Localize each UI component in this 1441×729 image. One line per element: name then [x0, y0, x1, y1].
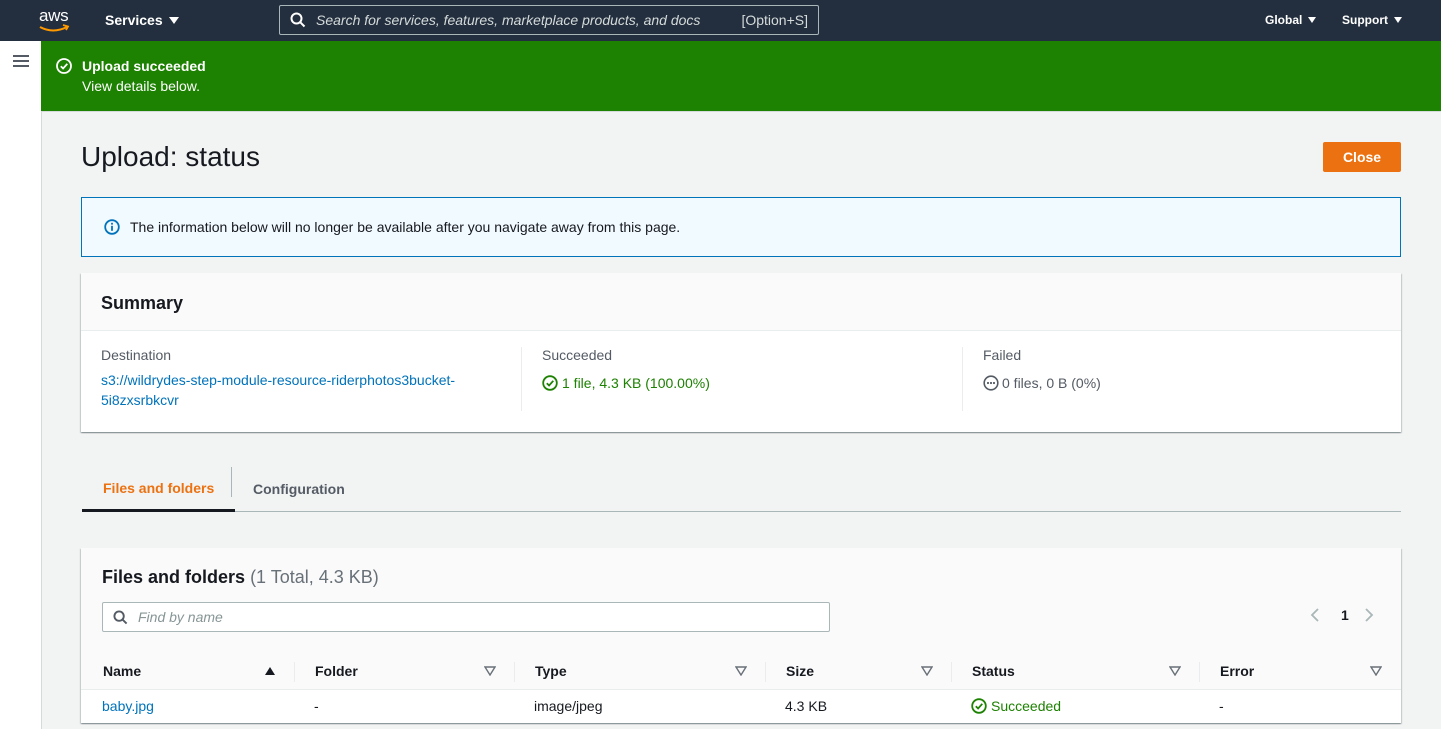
- column-header-size[interactable]: Size: [786, 652, 814, 690]
- succeeded-value: 1 file, 4.3 KB (100.00%): [562, 375, 710, 391]
- destination-link[interactable]: s3://wildrydes-step-module-resource-ride…: [101, 372, 455, 408]
- chevron-right-icon[interactable]: [1363, 607, 1375, 623]
- caret-down-icon: [1308, 17, 1317, 23]
- find-placeholder: Find by name: [138, 609, 223, 625]
- destination-label: Destination: [101, 347, 172, 363]
- side-nav-rail: [0, 41, 42, 729]
- info-text: The information below will no longer be …: [130, 219, 681, 235]
- services-menu[interactable]: Services: [105, 12, 179, 28]
- table-header: Name Folder Type Size Status Error: [81, 652, 1401, 690]
- aws-smile-icon: [39, 24, 70, 32]
- failed-label: Failed: [983, 347, 1022, 363]
- sort-icon[interactable]: [484, 666, 496, 676]
- search-placeholder: Search for services, features, marketpla…: [316, 12, 701, 28]
- flash-title: Upload succeeded: [82, 58, 206, 74]
- failed-value: 0 files, 0 B (0%): [1002, 375, 1101, 391]
- info-icon: [104, 219, 120, 235]
- tabs: Files and folders Configuration: [82, 466, 1401, 512]
- global-search[interactable]: Search for services, features, marketpla…: [279, 5, 819, 35]
- files-count: (1 Total, 4.3 KB): [250, 567, 379, 587]
- find-by-name-input[interactable]: Find by name: [102, 602, 830, 632]
- check-circle-icon: [971, 697, 987, 714]
- failed-column: Failed 0 files, 0 B (0%): [983, 347, 1101, 391]
- caret-down-icon: [168, 16, 179, 24]
- sort-icon[interactable]: [1169, 666, 1181, 676]
- column-header-status[interactable]: Status: [972, 652, 1015, 690]
- column-separator: [294, 662, 295, 682]
- services-label: Services: [105, 12, 163, 28]
- destination-line-1: s3://wildrydes-step-module-resource-ride…: [101, 372, 456, 388]
- file-name-link[interactable]: baby.jpg: [102, 698, 154, 714]
- column-separator: [514, 662, 515, 682]
- table-row: baby.jpg - image/jpeg 4.3 KB Succeeded -: [81, 690, 1401, 721]
- search-icon: [113, 609, 128, 624]
- column-header-name[interactable]: Name: [103, 652, 141, 690]
- succeeded-label: Succeeded: [542, 347, 613, 363]
- column-header-folder[interactable]: Folder: [315, 652, 358, 690]
- flash-message: View details below.: [82, 78, 201, 94]
- sort-icon[interactable]: [735, 666, 747, 676]
- file-status: Succeeded: [971, 690, 1061, 721]
- succeeded-column: Succeeded 1 file, 4.3 KB (100.00%): [542, 347, 710, 391]
- support-menu[interactable]: Support: [1342, 13, 1402, 27]
- column-separator: [951, 662, 952, 682]
- page-title: Upload: status: [81, 141, 260, 172]
- file-status-text: Succeeded: [991, 697, 1062, 714]
- summary-panel: Summary Destination s3://wildrydes-step-…: [81, 273, 1401, 432]
- column-separator: [1199, 662, 1200, 682]
- column-header-type[interactable]: Type: [535, 652, 567, 690]
- summary-heading: Summary: [81, 273, 1401, 331]
- sort-icon[interactable]: [921, 666, 933, 676]
- pending-icon: [983, 375, 999, 391]
- destination-column: Destination s3://wildrydes-step-module-r…: [101, 347, 455, 410]
- close-button[interactable]: Close: [1323, 142, 1401, 172]
- tab-configuration[interactable]: Configuration: [232, 466, 366, 511]
- files-panel: Files and folders (1 Total, 4.3 KB) Find…: [81, 548, 1401, 723]
- info-alert: The information below will no longer be …: [81, 197, 1401, 257]
- check-circle-icon: [542, 375, 558, 391]
- destination-line-2: 5i8zxsrbkcvr: [101, 392, 179, 408]
- sort-icon[interactable]: [1370, 666, 1382, 676]
- column-separator: [765, 662, 766, 682]
- page-number[interactable]: 1: [1341, 607, 1349, 623]
- caret-down-icon: [1394, 17, 1402, 23]
- column-divider: [962, 347, 963, 411]
- region-label: Global: [1265, 13, 1303, 27]
- sort-ascending-icon[interactable]: [264, 666, 276, 676]
- success-flash: Upload succeeded View details below.: [41, 41, 1441, 111]
- search-icon: [290, 12, 306, 28]
- files-title-text: Files and folders: [102, 567, 246, 587]
- file-error: -: [1219, 697, 1224, 714]
- column-header-error[interactable]: Error: [1220, 652, 1254, 690]
- file-type: image/jpeg: [534, 697, 603, 714]
- menu-icon[interactable]: [13, 55, 29, 68]
- tab-files-and-folders[interactable]: Files and folders: [82, 466, 236, 512]
- check-circle-icon: [56, 58, 72, 74]
- pagination: 1: [1309, 607, 1375, 623]
- region-menu[interactable]: Global: [1265, 13, 1317, 27]
- chevron-left-icon[interactable]: [1309, 607, 1321, 623]
- file-size: 4.3 KB: [785, 697, 828, 714]
- files-title: Files and folders (1 Total, 4.3 KB): [102, 567, 379, 588]
- support-label: Support: [1342, 13, 1388, 27]
- search-shortcut: [Option+S]: [741, 12, 808, 28]
- file-folder: -: [314, 697, 319, 714]
- column-divider: [521, 347, 522, 411]
- aws-logo[interactable]: aws: [37, 7, 73, 33]
- top-nav: aws Services Search for services, featur…: [0, 0, 1441, 41]
